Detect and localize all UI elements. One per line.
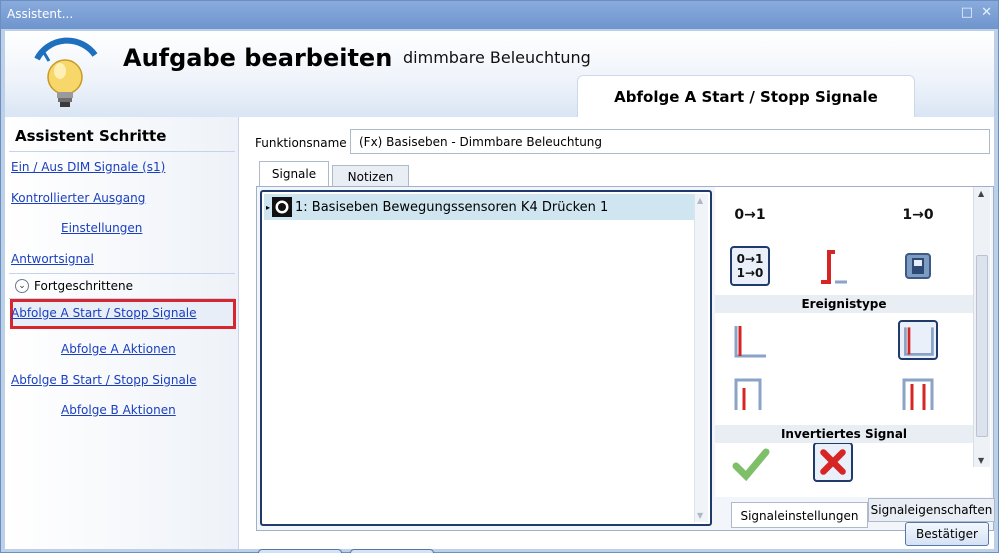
- pulse-wave-icon[interactable]: [730, 374, 770, 414]
- sidebar-item-abfolge-a-aktionen[interactable]: Abfolge A Aktionen: [61, 342, 176, 356]
- confirm-button[interactable]: Bestätiger: [905, 522, 989, 546]
- sidebar-item-ein-aus[interactable]: Ein / Aus DIM Signale (s1): [11, 160, 165, 174]
- main-panel: Funktionsname (Fx) Basiseben - Dimmbare …: [241, 117, 995, 553]
- function-name-label: Funktionsname: [255, 136, 347, 150]
- tab-signale[interactable]: Signale: [259, 161, 329, 187]
- tab-notizen[interactable]: Notizen: [332, 165, 409, 187]
- next-button[interactable]: >>>: [350, 549, 434, 553]
- sidebar-item-abfolge-b-aktionen[interactable]: Abfolge B Aktionen: [61, 403, 176, 417]
- rising-edge-button[interactable]: 0→1: [730, 195, 770, 235]
- tab-signaleinstellungen[interactable]: Signaleinstellungen: [731, 502, 868, 528]
- divider: [9, 273, 235, 274]
- sidebar-item-kontrollierter-ausgang[interactable]: Kontrollierter Ausgang: [11, 191, 145, 205]
- both-edges-top-label: 0→1: [736, 252, 764, 266]
- page-title: Aufgabe bearbeiten: [123, 44, 393, 72]
- check-icon[interactable]: [730, 442, 770, 482]
- rising-edge-label: 0→1: [734, 207, 766, 223]
- scroll-up-icon[interactable]: ▲: [978, 189, 984, 198]
- divider: [9, 151, 235, 152]
- switch-icon[interactable]: [898, 246, 938, 286]
- signals-tab-body: ▸ 1: Basiseben Bewegungssensoren K4 Drüc…: [256, 186, 995, 531]
- page-subtitle: dimmbare Beleuchtung: [403, 48, 591, 67]
- sensor-icon: [272, 197, 293, 217]
- inverted-no-button[interactable]: [813, 442, 853, 482]
- previous-button[interactable]: <<<: [258, 549, 342, 553]
- window-controls[interactable]: □ ✕: [961, 5, 994, 20]
- sidebar-item-fortgeschrittene[interactable]: ⌄ Fortgeschrittene: [15, 279, 133, 293]
- sidebar-item-label: Fortgeschrittene: [34, 279, 133, 293]
- sidebar-item-abfolge-b-signale[interactable]: Abfolge B Start / Stopp Signale: [11, 373, 197, 387]
- properties-panel: 0→1 1→0 0→1 1→0: [715, 187, 991, 497]
- function-name-input[interactable]: (Fx) Basiseben - Dimmbare Beleuchtung: [350, 129, 990, 154]
- event-type-header: Ereignistype: [715, 295, 973, 313]
- sidebar-title: Assistent Schritte: [15, 127, 167, 145]
- signal-list[interactable]: ▸ 1: Basiseben Bewegungssensoren K4 Drüc…: [260, 190, 712, 526]
- scroll-down-icon[interactable]: ▼: [978, 456, 984, 465]
- content-area: Aufgabe bearbeiten dimmbare Beleuchtung …: [5, 31, 995, 553]
- list-item[interactable]: ▸ 1: Basiseben Bewegungssensoren K4 Drüc…: [264, 194, 694, 220]
- tab-signaleigenschaften[interactable]: Signaleigenschaften: [868, 498, 995, 522]
- step-tab: Abfolge A Start / Stopp Signale: [577, 75, 915, 117]
- scroll-thumb[interactable]: [976, 255, 988, 437]
- properties-scrollbar[interactable]: ▲ ▼: [973, 187, 990, 467]
- scroll-down-icon[interactable]: ▼: [697, 511, 703, 520]
- title-bar: Assistent... □ ✕: [1, 1, 998, 29]
- signal-label: 1: Basiseben Bewegungssensoren K4 Drücke…: [295, 199, 609, 215]
- sidebar-item-einstellungen[interactable]: Einstellungen: [61, 221, 142, 235]
- lightbulb-icon: [34, 37, 98, 107]
- rising-wave-button[interactable]: [898, 320, 938, 360]
- scroll-up-icon[interactable]: ▲: [697, 196, 703, 205]
- inverted-signal-header: Invertiertes Signal: [715, 425, 973, 443]
- falling-edge-wave-icon[interactable]: [730, 320, 770, 360]
- pulse-red-icon[interactable]: [813, 246, 853, 286]
- sidebar-item-antwortsignal[interactable]: Antwortsignal: [11, 252, 94, 266]
- both-edges-button[interactable]: 0→1 1→0: [730, 246, 770, 286]
- sidebar-item-abfolge-a-signale[interactable]: Abfolge A Start / Stopp Signale: [11, 306, 197, 320]
- rising-wave-icon: [904, 327, 934, 356]
- row-pointer-icon: ▸: [266, 202, 271, 212]
- window-title: Assistent...: [7, 7, 74, 21]
- falling-edge-button[interactable]: 1→0: [898, 195, 938, 235]
- double-pulse-icon[interactable]: [898, 374, 938, 414]
- both-edges-bottom-label: 1→0: [736, 266, 764, 280]
- assistant-window: Assistent... □ ✕ Aufgabe bearbeiten dimm…: [0, 0, 999, 553]
- falling-edge-label: 1→0: [902, 207, 934, 223]
- list-scrollbar[interactable]: ▲ ▼: [694, 194, 708, 522]
- cross-icon: [820, 449, 846, 475]
- sidebar: Assistent Schritte Ein / Aus DIM Signale…: [5, 117, 239, 549]
- header: Aufgabe bearbeiten dimmbare Beleuchtung …: [5, 31, 994, 117]
- chevron-down-icon[interactable]: ⌄: [15, 279, 29, 293]
